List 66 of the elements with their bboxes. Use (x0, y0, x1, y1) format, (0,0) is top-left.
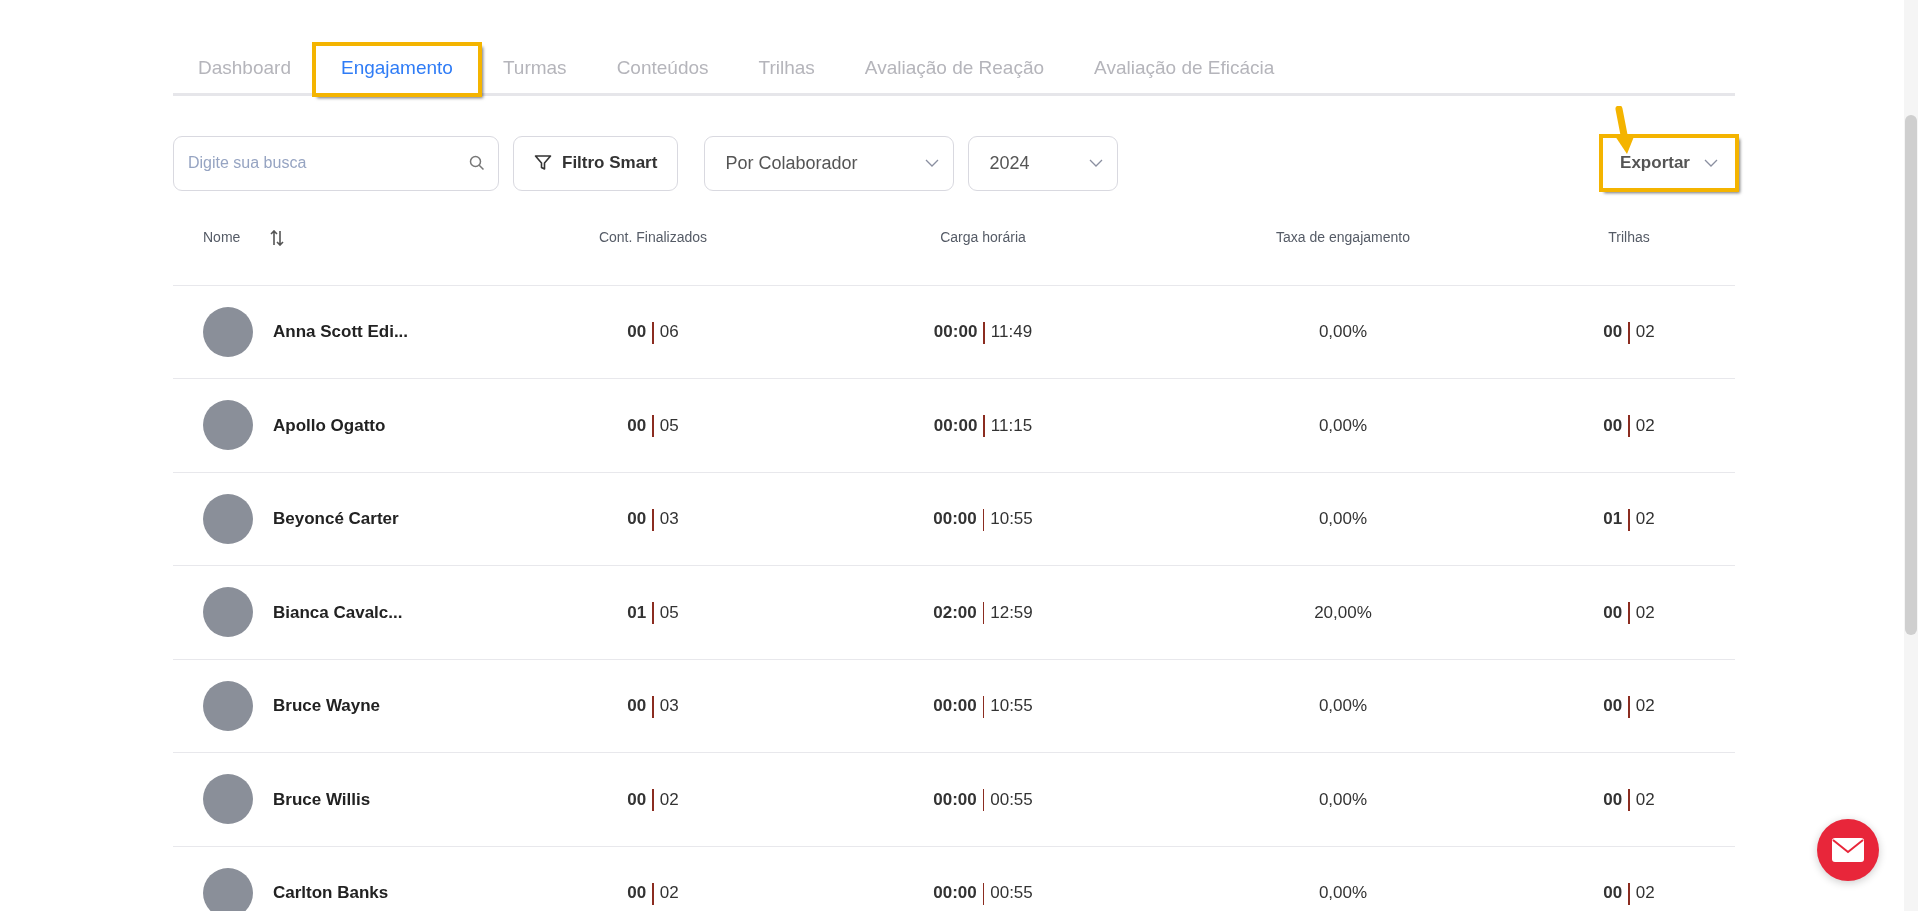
contents-count: 00 02 (627, 789, 679, 809)
trails-count: 00 02 (1603, 415, 1655, 435)
scrollbar-thumb[interactable] (1905, 115, 1917, 635)
workload-hours: 00:00 11:49 (933, 322, 1033, 341)
workload-hours: 00:00 11:15 (933, 415, 1033, 435)
trails-count: 00 02 (1603, 789, 1655, 809)
user-name: Anna Scott Edi... (273, 321, 409, 343)
engagement-rate: 0,00% (1318, 883, 1368, 902)
engagement-rate: 0,00% (1318, 322, 1368, 341)
chevron-down-icon (925, 158, 940, 168)
chevron-down-icon (1704, 158, 1718, 168)
engagement-rate: 0,00% (1318, 509, 1368, 528)
tab[interactable]: Avaliação de Eficácia (1069, 46, 1300, 93)
workload-hours: 00:00 10:55 (933, 509, 1033, 528)
year-select[interactable]: 2024 (968, 135, 1119, 191)
trails-count: 00 02 (1603, 602, 1655, 622)
engagement-rate: 20,00% (1314, 602, 1372, 622)
contents-count: 01 05 (627, 602, 679, 622)
trails-count: 00 02 (1603, 696, 1655, 715)
search-field[interactable]: Digite sua busca (173, 135, 499, 191)
avatar-placeholder (203, 774, 253, 825)
user-name: Carlton Banks (273, 882, 389, 904)
group-select[interactable]: Por Colaborador (704, 135, 955, 191)
user-name: Bruce Willis (273, 788, 371, 811)
trails-count: 01 02 (1603, 509, 1655, 528)
avatar-placeholder (203, 587, 253, 638)
user-name: Bianca Cavalc... (273, 601, 403, 624)
tab[interactable]: Trilhas (733, 46, 840, 93)
column-header: Taxa de engajamento (1276, 229, 1410, 245)
contents-count: 00 03 (627, 696, 679, 715)
engagement-rate: 0,00% (1318, 696, 1368, 715)
contents-count: 00 02 (627, 883, 679, 902)
funnel-icon (534, 154, 552, 172)
avatar-placeholder (203, 306, 253, 357)
trails-count: 00 02 (1603, 322, 1655, 341)
workload-hours: 00:00 00:55 (933, 789, 1033, 809)
tab[interactable]: Dashboard (173, 46, 316, 93)
workload-hours: 00:00 00:55 (933, 883, 1033, 902)
avatar-placeholder (203, 680, 253, 731)
column-header: Carga horária (940, 229, 1026, 245)
user-name: Bruce Wayne (273, 695, 381, 717)
envelope-icon (1831, 837, 1865, 863)
contents-count: 00 06 (627, 322, 679, 341)
avatar-placeholder (203, 400, 253, 451)
tab[interactable]: Turmas (477, 46, 592, 93)
workload-hours: 00:00 10:55 (933, 696, 1033, 715)
avatar-placeholder (203, 867, 253, 911)
user-name: Beyoncé Carter (273, 508, 399, 530)
contents-count: 00 03 (627, 509, 679, 528)
column-header: Cont. Finalizados (598, 229, 708, 245)
trails-count: 00 02 (1603, 883, 1655, 902)
tab[interactable]: Conteúdos (591, 46, 734, 93)
engagement-rate: 0,00% (1318, 415, 1368, 435)
filter-button[interactable]: Filtro Smart (513, 135, 679, 191)
sort-icon[interactable] (270, 229, 285, 246)
column-header: Trilhas (1608, 229, 1650, 245)
workload-hours: 02:00 12:59 (933, 602, 1033, 622)
engagement-rate: 0,00% (1318, 789, 1368, 809)
mail-button[interactable] (1817, 819, 1879, 881)
chevron-down-icon (1089, 158, 1104, 168)
search-icon (469, 154, 485, 171)
contents-count: 00 05 (627, 415, 679, 435)
tab[interactable]: Avaliação de Reação (839, 46, 1070, 93)
column-header[interactable]: Nome (203, 227, 241, 248)
user-name: Apollo Ogatto (273, 414, 386, 437)
avatar-placeholder (203, 493, 253, 544)
